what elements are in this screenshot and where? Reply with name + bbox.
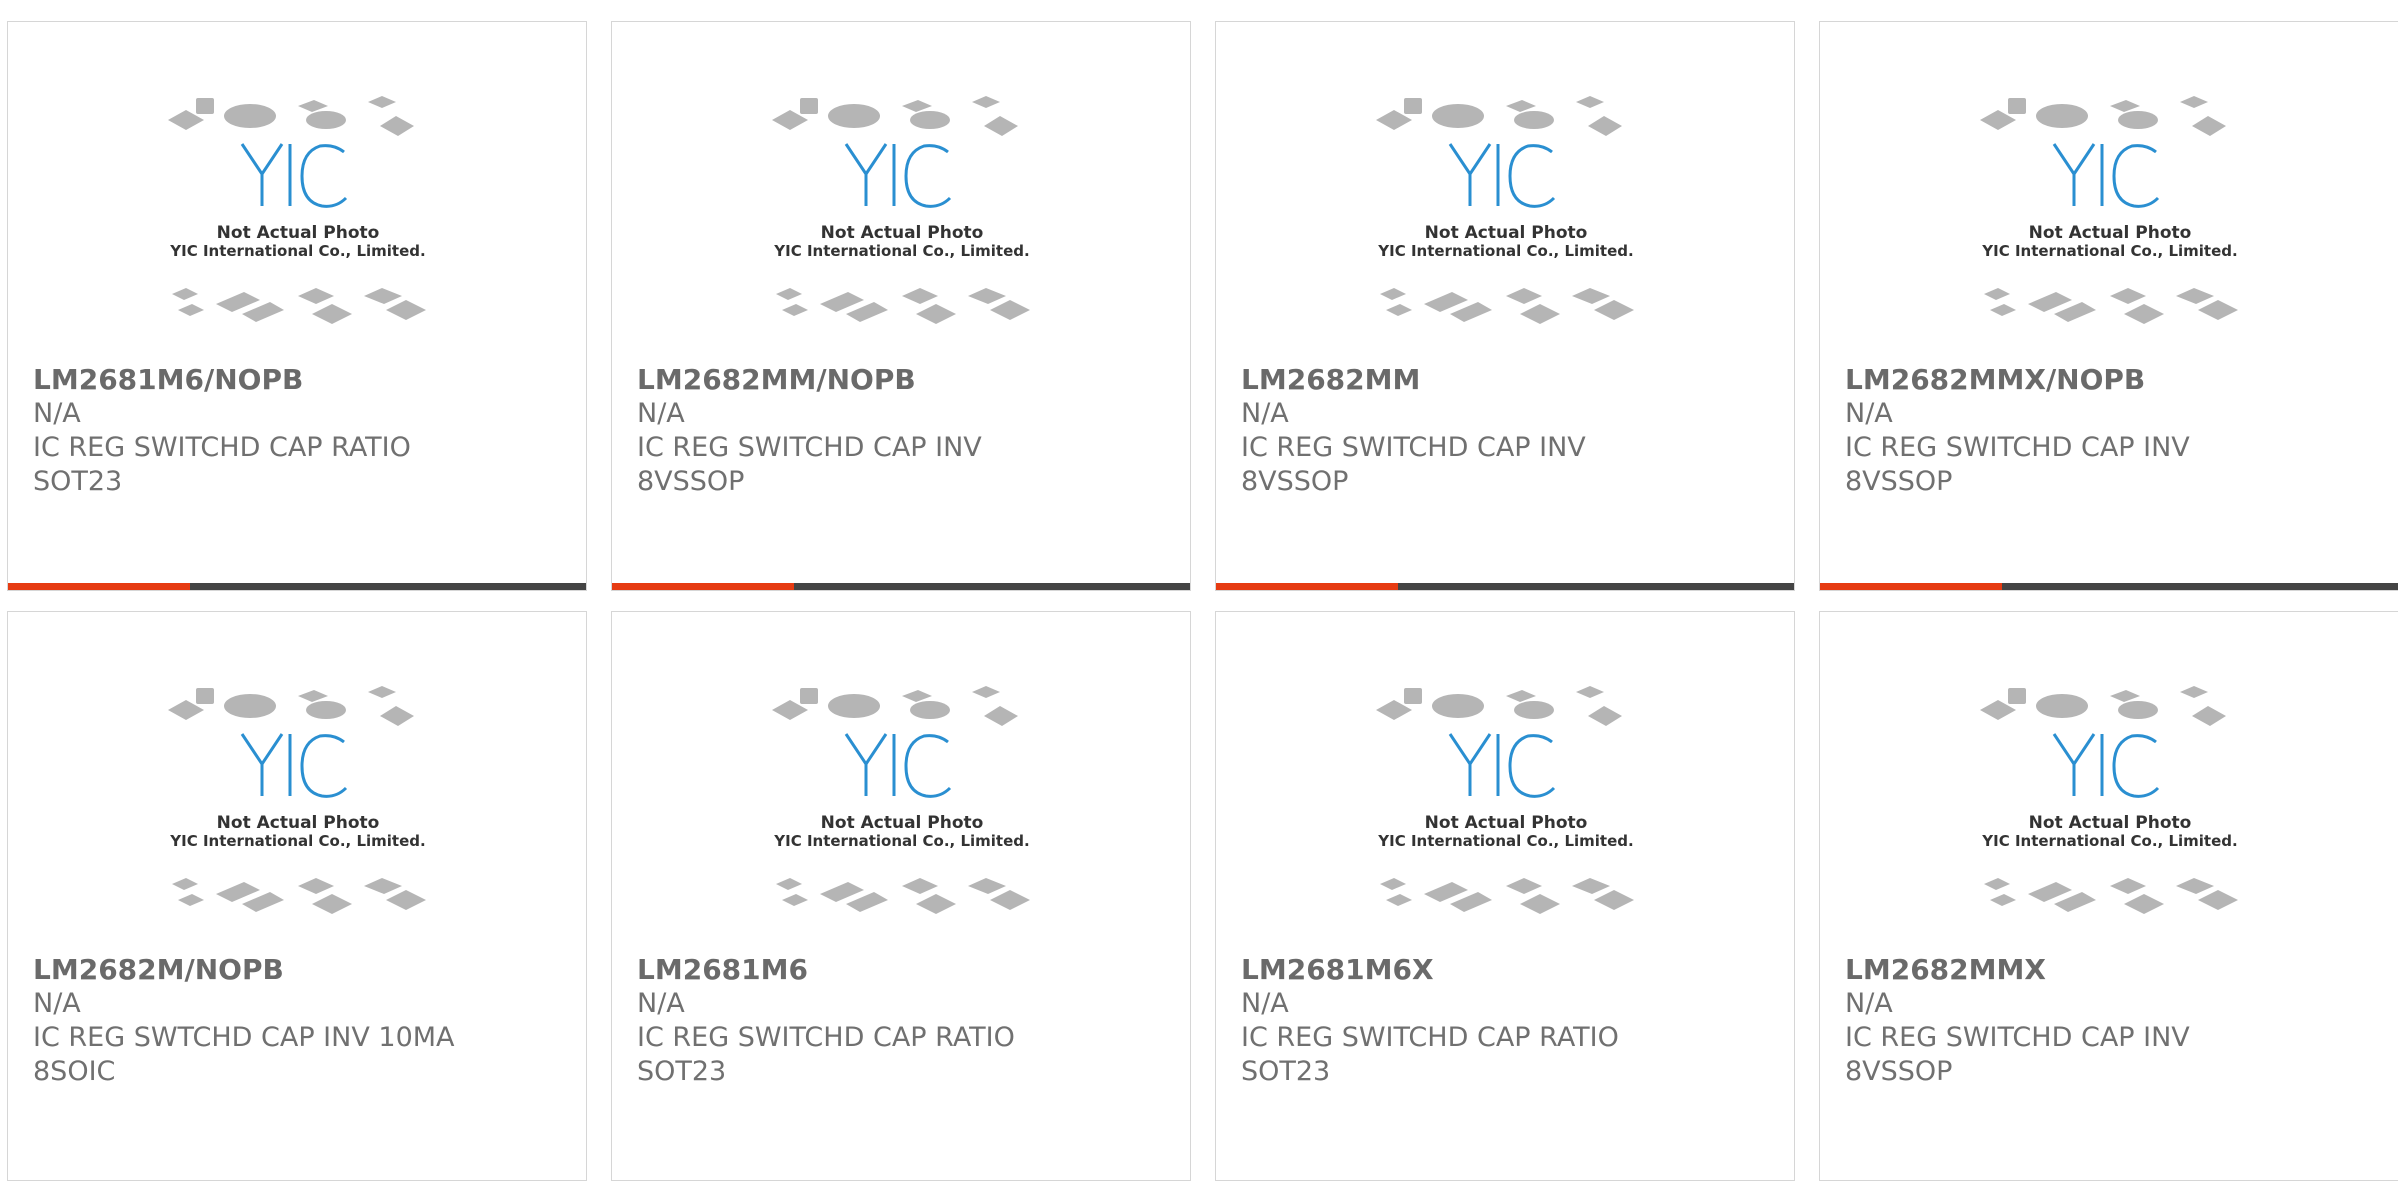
product-image[interactable]: Not Actual Photo YIC International Co., …	[8, 92, 586, 372]
package: SOT23	[1241, 1056, 1331, 1087]
svg-text:Not Actual Photo: Not Actual Photo	[2029, 813, 2192, 833]
accent-segment	[8, 583, 190, 590]
product-card[interactable]: Not Actual Photo YIC International Co., …	[611, 611, 1191, 1181]
product-info: LM2682MM/NOPB N/A IC REG SWITCHD CAP INV…	[637, 363, 1170, 499]
description: IC REG SWITCHD CAP RATIO	[637, 1022, 1015, 1053]
svg-text:YIC International Co., Limited: YIC International Co., Limited.	[1377, 242, 1633, 260]
description: IC REG SWTCHD CAP INV 10MA	[33, 1022, 455, 1053]
product-info: LM2681M6/NOPB N/A IC REG SWITCHD CAP RAT…	[33, 363, 566, 499]
description: IC REG SWITCHD CAP INV	[1241, 432, 1586, 463]
product-info: LM2682M/NOPB N/A IC REG SWTCHD CAP INV 1…	[33, 953, 566, 1089]
yic-logo-icon: Not Actual Photo YIC International Co., …	[168, 686, 426, 914]
manufacturer: N/A	[1241, 398, 1289, 429]
package: SOT23	[637, 1056, 727, 1087]
product-info: LM2681M6X N/A IC REG SWITCHD CAP RATIO S…	[1241, 953, 1774, 1089]
product-image[interactable]: Not Actual Photo YIC International Co., …	[1216, 682, 1794, 962]
manufacturer: N/A	[1241, 988, 1289, 1019]
package: SOT23	[33, 466, 123, 497]
svg-text:YIC International Co., Limited: YIC International Co., Limited.	[773, 242, 1029, 260]
card-bottom-bar	[1820, 583, 2398, 590]
product-info: LM2682MMX/NOPB N/A IC REG SWITCHD CAP IN…	[1845, 363, 2378, 499]
product-info: LM2682MMX N/A IC REG SWITCHD CAP INV 8VS…	[1845, 953, 2378, 1089]
product-card[interactable]: Not Actual Photo YIC International Co., …	[7, 611, 587, 1181]
yic-logo-icon: Not Actual Photo YIC International Co., …	[772, 96, 1030, 324]
svg-text:Not Actual Photo: Not Actual Photo	[217, 813, 380, 833]
description: IC REG SWITCHD CAP INV	[1845, 432, 2190, 463]
product-card[interactable]: Not Actual Photo YIC International Co., …	[1819, 611, 2398, 1181]
part-number[interactable]: LM2681M6	[637, 953, 1170, 987]
accent-segment	[1216, 583, 1398, 590]
product-grid: Not Actual Photo YIC International Co., …	[7, 21, 2398, 1181]
description: IC REG SWITCHD CAP RATIO	[33, 432, 411, 463]
svg-text:YIC International Co., Limited: YIC International Co., Limited.	[773, 832, 1029, 850]
product-card[interactable]: Not Actual Photo YIC International Co., …	[7, 21, 587, 591]
part-number[interactable]: LM2682MM	[1241, 363, 1774, 397]
manufacturer: N/A	[637, 398, 685, 429]
product-card[interactable]: Not Actual Photo YIC International Co., …	[1215, 21, 1795, 591]
product-image[interactable]: Not Actual Photo YIC International Co., …	[612, 92, 1190, 372]
svg-text:YIC International Co., Limited: YIC International Co., Limited.	[1981, 242, 2237, 260]
part-number[interactable]: LM2682MM/NOPB	[637, 363, 1170, 397]
yic-logo-icon: Not Actual Photo YIC International Co., …	[1376, 96, 1634, 324]
product-card[interactable]: Not Actual Photo YIC International Co., …	[611, 21, 1191, 591]
svg-text:YIC International Co., Limited: YIC International Co., Limited.	[169, 832, 425, 850]
product-card[interactable]: Not Actual Photo YIC International Co., …	[1819, 21, 2398, 591]
manufacturer: N/A	[33, 398, 81, 429]
package: 8VSSOP	[1845, 1056, 1953, 1087]
svg-text:Not Actual Photo: Not Actual Photo	[2029, 223, 2192, 243]
product-image[interactable]: Not Actual Photo YIC International Co., …	[612, 682, 1190, 962]
part-number[interactable]: LM2682M/NOPB	[33, 953, 566, 987]
svg-text:Not Actual Photo: Not Actual Photo	[217, 223, 380, 243]
description: IC REG SWITCHD CAP INV	[1845, 1022, 2190, 1053]
svg-text:Not Actual Photo: Not Actual Photo	[821, 223, 984, 243]
yic-logo-icon: Not Actual Photo YIC International Co., …	[1376, 686, 1634, 914]
svg-text:Not Actual Photo: Not Actual Photo	[1425, 813, 1588, 833]
svg-text:Not Actual Photo: Not Actual Photo	[1425, 223, 1588, 243]
package: 8VSSOP	[637, 466, 745, 497]
product-image[interactable]: Not Actual Photo YIC International Co., …	[1216, 92, 1794, 372]
manufacturer: N/A	[1845, 988, 1893, 1019]
description: IC REG SWITCHD CAP RATIO	[1241, 1022, 1619, 1053]
product-image[interactable]: Not Actual Photo YIC International Co., …	[8, 682, 586, 962]
package: 8SOIC	[33, 1056, 116, 1087]
product-card[interactable]: Not Actual Photo YIC International Co., …	[1215, 611, 1795, 1181]
yic-logo-icon: Not Actual Photo YIC International Co., …	[168, 96, 426, 324]
card-bottom-bar	[1216, 583, 1794, 590]
description: IC REG SWITCHD CAP INV	[637, 432, 982, 463]
yic-logo-icon: Not Actual Photo YIC International Co., …	[772, 686, 1030, 914]
yic-logo-icon: Not Actual Photo YIC International Co., …	[1980, 686, 2238, 914]
svg-text:YIC International Co., Limited: YIC International Co., Limited.	[1981, 832, 2237, 850]
product-image[interactable]: Not Actual Photo YIC International Co., …	[1820, 682, 2398, 962]
accent-segment	[612, 583, 794, 590]
svg-text:YIC International Co., Limited: YIC International Co., Limited.	[1377, 832, 1633, 850]
part-number[interactable]: LM2681M6/NOPB	[33, 363, 566, 397]
manufacturer: N/A	[1845, 398, 1893, 429]
package: 8VSSOP	[1241, 466, 1349, 497]
accent-segment	[1820, 583, 2002, 590]
svg-text:Not Actual Photo: Not Actual Photo	[821, 813, 984, 833]
manufacturer: N/A	[637, 988, 685, 1019]
product-info: LM2682MM N/A IC REG SWITCHD CAP INV 8VSS…	[1241, 363, 1774, 499]
svg-text:YIC International Co., Limited: YIC International Co., Limited.	[169, 242, 425, 260]
package: 8VSSOP	[1845, 466, 1953, 497]
card-bottom-bar	[612, 583, 1190, 590]
yic-logo-icon: Not Actual Photo YIC International Co., …	[1980, 96, 2238, 324]
part-number[interactable]: LM2681M6X	[1241, 953, 1774, 987]
product-info: LM2681M6 N/A IC REG SWITCHD CAP RATIO SO…	[637, 953, 1170, 1089]
manufacturer: N/A	[33, 988, 81, 1019]
card-bottom-bar	[8, 583, 586, 590]
part-number[interactable]: LM2682MMX/NOPB	[1845, 363, 2378, 397]
part-number[interactable]: LM2682MMX	[1845, 953, 2378, 987]
product-image[interactable]: Not Actual Photo YIC International Co., …	[1820, 92, 2398, 372]
